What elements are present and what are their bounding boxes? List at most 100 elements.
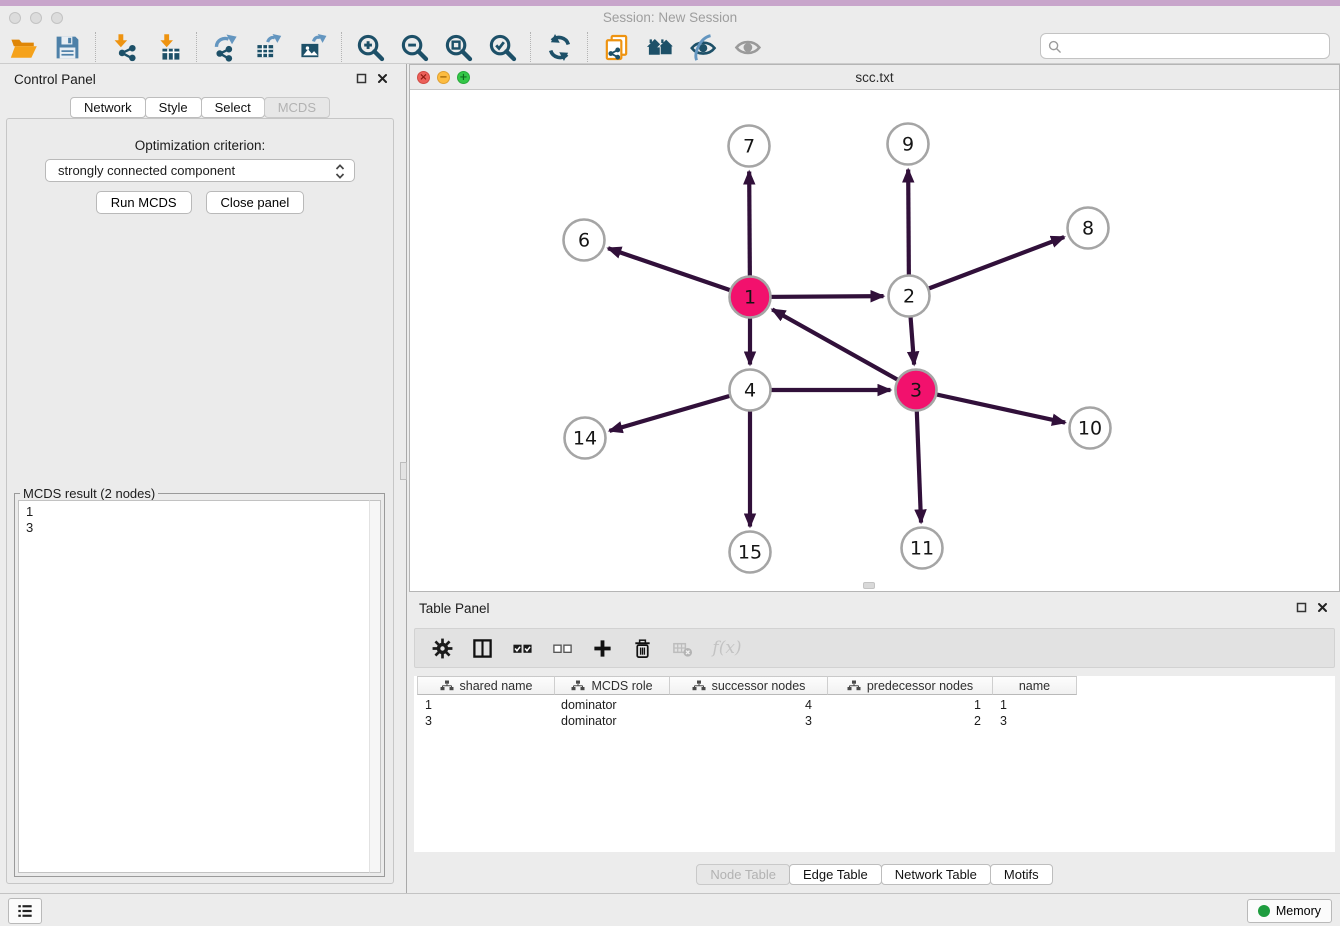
toolbar-separator: [196, 32, 197, 62]
tab-node-table[interactable]: Node Table: [696, 864, 790, 885]
add-column-button[interactable]: [590, 636, 614, 660]
close-panel-button[interactable]: Close panel: [206, 191, 305, 214]
select-chevrons-icon: [334, 163, 346, 180]
mcds-result-list[interactable]: 13: [18, 500, 381, 873]
optimization-label: Optimization criterion:: [7, 138, 393, 153]
graph-edge-4-14[interactable]: [609, 390, 750, 431]
table-cell: 1: [828, 697, 993, 713]
result-scrollbar[interactable]: [369, 500, 381, 873]
tree-icon: [692, 680, 706, 691]
tab-select[interactable]: Select: [201, 97, 265, 118]
deselect-all-icon: [552, 638, 573, 659]
fx-button[interactable]: f(x): [710, 636, 744, 660]
panel-divider[interactable]: [400, 64, 409, 893]
status-list-button[interactable]: [8, 898, 42, 924]
graph-edge-3-10[interactable]: [916, 390, 1065, 423]
toolbar-separator: [530, 32, 531, 62]
graph-node-label: 4: [744, 380, 756, 402]
control-panel-title: Control Panel: [14, 72, 96, 87]
optimization-select[interactable]: strongly connected component: [45, 159, 355, 182]
control-panel: Control Panel NetworkStyleSelectMCDS Opt…: [0, 64, 400, 893]
network-window: × − + scc.txt 7968124314101511: [409, 64, 1340, 592]
network-window-titlebar: × − + scc.txt: [410, 65, 1339, 90]
network-canvas[interactable]: 7968124314101511: [410, 90, 1339, 591]
add-column-icon: [592, 638, 613, 659]
mcds-result-item: 3: [26, 520, 362, 536]
tab-motifs[interactable]: Motifs: [990, 864, 1053, 885]
import-network-button[interactable]: [102, 30, 146, 64]
table-cell: 3: [417, 713, 555, 729]
graph-edge-1-6[interactable]: [608, 248, 750, 297]
toolbar-separator: [587, 32, 588, 62]
deselect-all-button[interactable]: [550, 636, 574, 660]
tree-icon: [847, 680, 861, 691]
select-all-button[interactable]: [510, 636, 534, 660]
run-mcds-button[interactable]: Run MCDS: [96, 191, 192, 214]
canvas-resize-grip[interactable]: [863, 582, 875, 589]
table-cell: dominator: [555, 713, 670, 729]
mcds-result-group: MCDS result (2 nodes) 13: [14, 493, 385, 877]
hide-eye-button[interactable]: [682, 30, 726, 64]
zoom-in-button[interactable]: [348, 30, 392, 64]
float-panel-icon[interactable]: [356, 73, 367, 84]
search-icon: [1048, 40, 1062, 54]
column-header-predecessor-nodes[interactable]: predecessor nodes: [828, 676, 993, 695]
show-eye-button[interactable]: [726, 30, 770, 64]
graph-node-label: 7: [743, 136, 755, 158]
table-cell: 1: [993, 697, 1077, 713]
graph-node-label: 6: [578, 230, 590, 252]
show-eye-icon: [734, 33, 763, 62]
import-network-icon: [110, 33, 139, 62]
table-body: 1dominator4113dominator323: [417, 697, 1077, 729]
delete-table-button[interactable]: [670, 636, 694, 660]
column-header-shared-name[interactable]: shared name: [417, 676, 555, 695]
table-cell: 3: [670, 713, 828, 729]
zoom-fit-button[interactable]: [436, 30, 480, 64]
export-image-button[interactable]: [291, 30, 335, 64]
network-graph: 7968124314101511: [410, 90, 1339, 591]
graph-node-label: 10: [1078, 418, 1102, 440]
divider-grip[interactable]: [400, 462, 407, 480]
delete-row-button[interactable]: [630, 636, 654, 660]
network-title: scc.txt: [410, 70, 1339, 85]
close-table-panel-icon[interactable]: [1317, 602, 1328, 613]
graph-node-label: 14: [573, 428, 597, 450]
import-table-button[interactable]: [146, 30, 190, 64]
refresh-button[interactable]: [537, 30, 581, 64]
export-table-button[interactable]: [247, 30, 291, 64]
home-button[interactable]: [638, 30, 682, 64]
gear-button[interactable]: [430, 636, 454, 660]
column-header-successor-nodes[interactable]: successor nodes: [670, 676, 828, 695]
memory-button[interactable]: Memory: [1247, 899, 1332, 923]
tab-edge-table[interactable]: Edge Table: [789, 864, 882, 885]
tab-network[interactable]: Network: [70, 97, 146, 118]
table-row[interactable]: 3dominator323: [417, 713, 1077, 729]
table-cell: dominator: [555, 697, 670, 713]
search-input[interactable]: [1067, 35, 1325, 57]
zoom-selected-icon: [488, 33, 517, 62]
tab-mcds[interactable]: MCDS: [264, 97, 330, 118]
float-table-panel-icon[interactable]: [1296, 602, 1307, 613]
close-panel-icon[interactable]: [377, 73, 388, 84]
graph-edge-3-1[interactable]: [772, 309, 916, 390]
columns-button[interactable]: [470, 636, 494, 660]
column-header-MCDS-role[interactable]: MCDS role: [555, 676, 670, 695]
toolbar-separator: [341, 32, 342, 62]
tab-network-table[interactable]: Network Table: [881, 864, 991, 885]
table-panel: Table Panel f(x) shared nameMCDS rolesuc…: [409, 595, 1340, 890]
zoom-selected-button[interactable]: [480, 30, 524, 64]
search-box[interactable]: [1040, 33, 1330, 59]
zoom-out-button[interactable]: [392, 30, 436, 64]
export-network-button[interactable]: [203, 30, 247, 64]
clone-network-button[interactable]: [594, 30, 638, 64]
open-folder-button[interactable]: [1, 30, 45, 64]
graph-node-label: 2: [903, 286, 915, 308]
graph-node-label: 1: [744, 287, 756, 309]
column-header-name[interactable]: name: [993, 676, 1077, 695]
save-icon: [53, 33, 82, 62]
tab-style[interactable]: Style: [145, 97, 202, 118]
gear-icon: [432, 638, 453, 659]
graph-edge-2-8[interactable]: [909, 237, 1064, 296]
table-row[interactable]: 1dominator411: [417, 697, 1077, 713]
save-button[interactable]: [45, 30, 89, 64]
